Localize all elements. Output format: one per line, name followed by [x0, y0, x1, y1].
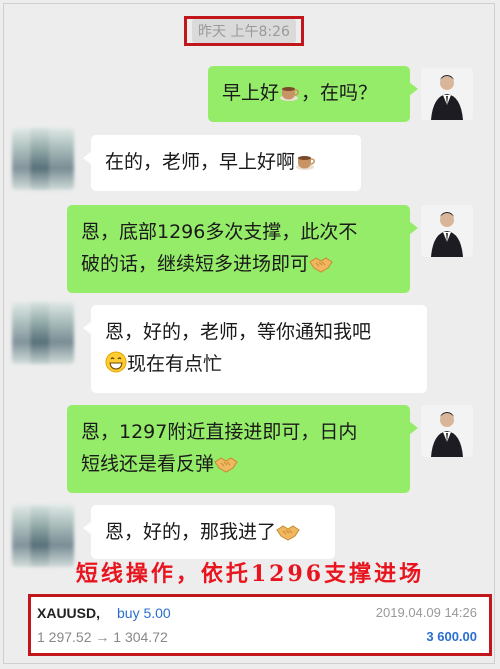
trade-symbol: XAUUSD,: [37, 605, 101, 621]
handshake-icon: [276, 519, 300, 551]
message-bubble-received[interactable]: 在的，老师，早上好啊: [83, 135, 361, 191]
trade-action: buy 5.00: [117, 605, 171, 621]
person-in-suit-icon: [421, 405, 473, 457]
contact-avatar[interactable]: [12, 302, 74, 364]
grin-icon: [105, 351, 127, 383]
my-avatar[interactable]: [421, 68, 473, 120]
timestamp-highlight: 昨天 上午8:26: [184, 16, 304, 46]
caption-annotation: 短线操作，依托1296支撑进场: [75, 561, 425, 587]
trade-prices: 1 297.52 → 1 304.72: [37, 629, 168, 645]
trade-profit: 3 600.00: [426, 629, 477, 644]
message-bubble-received[interactable]: 恩，好的，老师，等你通知我吧 现在有点忙: [83, 305, 427, 393]
handshake-icon: [214, 451, 238, 483]
contact-avatar[interactable]: [12, 128, 74, 190]
trade-record: XAUUSD, buy 5.00 2019.04.09 14:26 1 297.…: [28, 594, 492, 656]
my-avatar[interactable]: [421, 205, 473, 257]
person-in-suit-icon: [421, 68, 473, 120]
person-in-suit-icon: [421, 205, 473, 257]
my-avatar[interactable]: [421, 405, 473, 457]
coffee-icon: [295, 149, 317, 181]
trade-date: 2019.04.09 14:26: [375, 605, 477, 620]
message-bubble-sent[interactable]: 恩，1297附近直接进即可，日内 短线还是看反弹: [67, 405, 418, 493]
coffee-icon: [279, 80, 301, 112]
message-bubble-sent[interactable]: 恩，底部1296多次支撑，此次不 破的话，继续短多进场即可: [67, 205, 418, 293]
message-bubble-sent[interactable]: 早上好 ，在吗？: [208, 66, 418, 122]
message-bubble-received[interactable]: 恩，好的，那我进了: [83, 505, 335, 559]
handshake-icon: [309, 251, 333, 283]
timestamp: 昨天 上午8:26: [192, 19, 296, 43]
